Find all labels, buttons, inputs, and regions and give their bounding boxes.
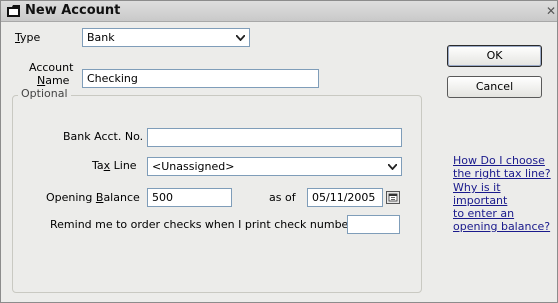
new-account-dialog: New Account ✕ Type Bank Account Name Chec… [0,0,558,303]
bank-acct-label: Bank Acct. No. [63,130,144,143]
remind-checks-label: Remind me to order checks when I print c… [50,218,353,231]
opening-balance-input[interactable]: 500 [147,188,232,207]
type-label: Type [15,31,41,44]
tax-line-dropdown[interactable]: <Unassigned> [147,157,402,176]
opening-balance-label: Opening Balance [46,191,140,204]
as-of-date-input[interactable]: 05/11/2005 [307,188,383,207]
check-number-input[interactable] [347,215,400,234]
as-of-date-value: 05/11/2005 [312,191,376,204]
opening-balance-value: 500 [152,191,173,204]
as-of-label: as of [269,191,296,204]
tax-line-value: <Unassigned> [152,160,235,173]
close-icon[interactable]: ✕ [545,3,557,19]
type-value: Bank [87,31,115,44]
dialog-title: New Account [25,3,121,18]
type-dropdown[interactable]: Bank [82,28,250,47]
bank-acct-input[interactable] [147,128,402,147]
chevron-down-icon[interactable] [384,159,400,174]
account-name-value: Checking [87,72,138,85]
tax-line-label: Tax Line [92,159,137,172]
folder-icon [7,5,20,17]
calendar-icon[interactable] [386,191,400,204]
chevron-down-icon[interactable] [232,30,248,45]
account-name-label: Account Name [29,61,74,87]
account-name-input[interactable]: Checking [82,69,319,88]
ok-button[interactable]: OK [447,45,542,67]
optional-group-title: Optional [18,87,71,100]
tax-line-help-link[interactable]: How Do I choose the right tax line? [453,154,553,180]
cancel-button[interactable]: Cancel [447,76,542,98]
title-bar[interactable]: New Account ✕ [1,1,557,22]
opening-balance-help-link[interactable]: Why is it important to enter an opening ba… [453,181,553,233]
